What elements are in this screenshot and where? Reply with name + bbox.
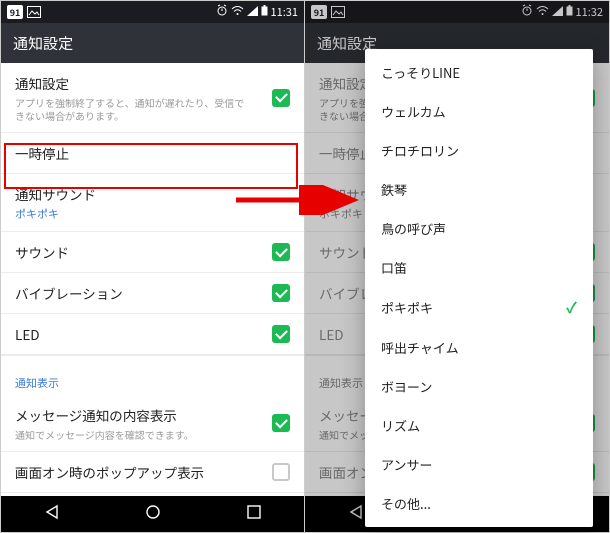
checkbox-icon[interactable]: [272, 284, 290, 302]
option-label: ボヨーン: [381, 377, 432, 396]
row-notification-setting[interactable]: 通知設定 アプリを強制終了すると、通知が遅れたり、受信できない場合があります。: [1, 63, 304, 133]
sound-option[interactable]: リズム: [365, 406, 593, 445]
row-title: 画面オン時のポップアップ表示: [15, 462, 204, 482]
checkbox-icon[interactable]: [272, 243, 290, 261]
row-title: 通知設定: [15, 73, 245, 93]
option-label: 呼出チャイム: [381, 338, 459, 357]
sound-option[interactable]: ポキポキ ✓: [365, 287, 593, 328]
sound-select-popup: こっそりLINE ウェルカムチロチロリン鉄琴鳥の呼び声口笛ポキポキ ✓ 呼出チャイムボ…: [365, 49, 593, 527]
option-label: その他...: [381, 494, 431, 513]
checkbox-icon[interactable]: [272, 463, 290, 481]
checkmark-icon: ✓: [566, 297, 577, 318]
row-subtitle: 通知でメッセージ内容を確認できます。: [15, 428, 194, 441]
row-vibration[interactable]: バイブレーション: [1, 273, 304, 314]
row-subtitle: アプリを強制終了すると、通知が遅れたり、受信できない場合があります。: [15, 96, 245, 122]
option-label: アンサー: [381, 455, 432, 474]
nav-back-icon[interactable]: [43, 502, 61, 526]
section-header: 通知表示: [1, 365, 304, 395]
right-phone: 91 11:32 通知設定 通知設定 アプリを強制終了すると、通知が遅れたり、受…: [305, 1, 609, 532]
app-bar: 通知設定: [1, 23, 304, 63]
status-bar: 91 11:31: [1, 1, 304, 23]
row-popup-screen-on[interactable]: 画面オン時のポップアップ表示: [1, 452, 304, 493]
option-label: ウェルカム: [381, 102, 446, 121]
row-title: バイブレーション: [15, 283, 123, 303]
row-title: サウンド: [15, 242, 69, 262]
sound-option[interactable]: 鉄琴: [365, 170, 593, 209]
row-sound-switch[interactable]: サウンド: [1, 232, 304, 273]
sound-option[interactable]: ウェルカム: [365, 92, 593, 131]
nav-home-icon[interactable]: [144, 502, 162, 526]
sound-option[interactable]: その他...: [365, 484, 593, 523]
option-label: チロチロリン: [381, 141, 459, 160]
clock-text: 11:31: [271, 4, 298, 20]
sound-option[interactable]: チロチロリン: [365, 131, 593, 170]
notification-badge-icon: 91: [7, 5, 23, 19]
option-label: こっそりLINE: [381, 63, 460, 82]
option-label: 鳥の呼び声: [381, 219, 446, 238]
sound-option[interactable]: 鳥の呼び声: [365, 209, 593, 248]
settings-list: 通知設定 アプリを強制終了すると、通知が遅れたり、受信できない場合があります。 …: [1, 63, 304, 496]
row-title: 通知サウンド: [15, 184, 96, 204]
row-popup-screen-off[interactable]: 画面オフ時のポップアップ表示: [1, 493, 304, 496]
row-notification-sound[interactable]: 通知サウンド ポキポキ: [1, 174, 304, 232]
checkbox-icon[interactable]: [272, 89, 290, 107]
row-title: メッセージ通知の内容表示: [15, 405, 194, 425]
sound-option[interactable]: こっそりLINE: [365, 53, 593, 92]
nav-recent-icon[interactable]: [245, 502, 263, 526]
sound-option[interactable]: 口笛: [365, 248, 593, 287]
signal-icon: [247, 4, 258, 20]
option-label: リズム: [381, 416, 420, 435]
alarm-icon: [216, 4, 228, 20]
option-label: 口笛: [381, 258, 407, 277]
row-led[interactable]: LED: [1, 314, 304, 355]
battery-icon: [261, 4, 268, 20]
row-subtitle: ポキポキ: [15, 207, 96, 221]
row-message-content[interactable]: メッセージ通知の内容表示 通知でメッセージ内容を確認できます。: [1, 395, 304, 452]
row-pause[interactable]: 一時停止: [1, 133, 304, 174]
sound-option[interactable]: アンサー: [365, 445, 593, 484]
checkbox-icon[interactable]: [272, 414, 290, 432]
page-title: 通知設定: [13, 33, 73, 54]
option-label: 鉄琴: [381, 180, 407, 199]
picture-icon: [27, 6, 41, 18]
sound-option[interactable]: ボヨーン: [365, 367, 593, 406]
row-title: 一時停止: [15, 143, 69, 163]
option-label: ポキポキ: [381, 298, 433, 317]
left-phone: 91 11:31 通知設定 通知設定 アプリを強制終了すると、通知が遅れたり、受…: [1, 1, 305, 532]
checkbox-icon[interactable]: [272, 325, 290, 343]
row-title: LED: [15, 324, 40, 344]
sound-option[interactable]: 呼出チャイム: [365, 328, 593, 367]
wifi-icon: [231, 4, 244, 20]
navigation-bar: [1, 496, 304, 532]
